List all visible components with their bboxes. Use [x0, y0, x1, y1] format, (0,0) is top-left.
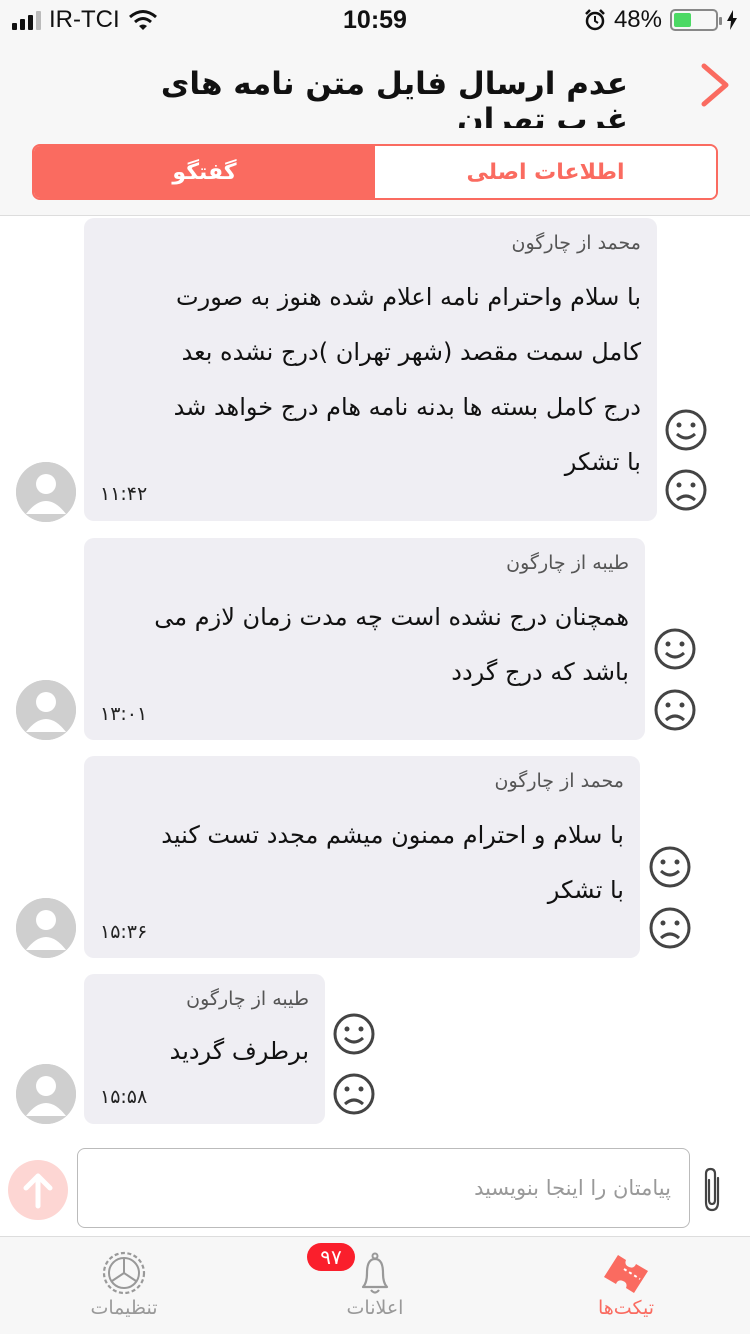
bottom-tab-bar: تیکت‌ها ۹۷ اعلانات تنظیمات: [0, 1236, 750, 1334]
tab-notifications[interactable]: ۹۷ اعلانات: [295, 1237, 455, 1334]
segmented-control: گفتگو اطلاعات اصلی: [0, 128, 750, 216]
message-text: برطرف گردید: [169, 1037, 309, 1065]
alarm-icon: [585, 9, 605, 31]
message-time: ۱۵:۳۶: [100, 921, 148, 943]
tab-tickets-label: تیکت‌ها: [598, 1297, 654, 1319]
avatar-icon: [16, 898, 76, 958]
message-bubble: محمد از چارگون با سلام واحترام نامه اعلا…: [84, 218, 657, 521]
message-sender: طیبه از چارگون: [506, 552, 629, 574]
message-time: ۱۵:۵۸: [100, 1086, 148, 1108]
avatar-icon: [16, 680, 76, 740]
send-button[interactable]: [8, 1160, 68, 1220]
message-text: با سلام و احترام ممنون میشم مجدد تست کنی…: [161, 821, 624, 904]
frown-icon[interactable]: [332, 1072, 376, 1116]
message-time: ۱۳:۰۱: [100, 703, 148, 725]
tab-chat[interactable]: گفتگو: [34, 146, 375, 198]
charging-icon: [727, 10, 737, 30]
smile-icon[interactable]: [332, 1012, 376, 1056]
message-sender: محمد از چارگون: [494, 770, 624, 792]
message-text: با سلام واحترام نامه اعلام شده هنوز به ص…: [173, 283, 641, 476]
message-time: ۱۱:۴۲: [100, 483, 148, 505]
message-bubble: طیبه از چارگون برطرف گردید ۱۵:۵۸: [84, 974, 325, 1124]
status-bar: IR-TCI 10:59 48%: [0, 0, 750, 40]
message-text: همچنان درج نشده است چه مدت زمان لازم می …: [154, 603, 629, 686]
avatar-icon: [16, 462, 76, 522]
tab-settings[interactable]: تنظیمات: [44, 1237, 204, 1334]
avatar-icon: [16, 1064, 76, 1124]
message-bubble: محمد از چارگون با سلام و احترام ممنون می…: [84, 756, 640, 958]
battery-icon: [670, 9, 722, 31]
paperclip-icon[interactable]: [698, 1166, 726, 1214]
message-input[interactable]: [77, 1148, 690, 1228]
frown-icon[interactable]: [648, 906, 692, 950]
message-composer: [0, 1140, 750, 1236]
notification-badge: ۹۷: [307, 1243, 355, 1271]
header: عدم ارسال فایل متن نامه های غرب تهران: [0, 40, 750, 138]
chevron-right-icon[interactable]: [696, 60, 736, 110]
gear-icon: [102, 1251, 146, 1295]
arrow-up-icon: [23, 1173, 53, 1209]
smile-icon[interactable]: [653, 627, 697, 671]
smile-icon[interactable]: [648, 845, 692, 889]
frown-icon[interactable]: [664, 468, 708, 512]
tab-notifications-label: اعلانات: [346, 1297, 404, 1319]
smile-icon[interactable]: [664, 408, 708, 452]
message-bubble: طیبه از چارگون همچنان درج نشده است چه مد…: [84, 538, 645, 740]
tab-tickets[interactable]: تیکت‌ها: [546, 1237, 706, 1334]
tab-info[interactable]: اطلاعات اصلی: [375, 146, 716, 198]
battery-percent: 48%: [613, 6, 662, 33]
ticket-icon: [604, 1255, 648, 1293]
frown-icon[interactable]: [653, 688, 697, 732]
message-sender: محمد از چارگون: [511, 232, 641, 254]
tab-settings-label: تنظیمات: [90, 1297, 158, 1319]
message-sender: طیبه از چارگون: [186, 988, 309, 1010]
